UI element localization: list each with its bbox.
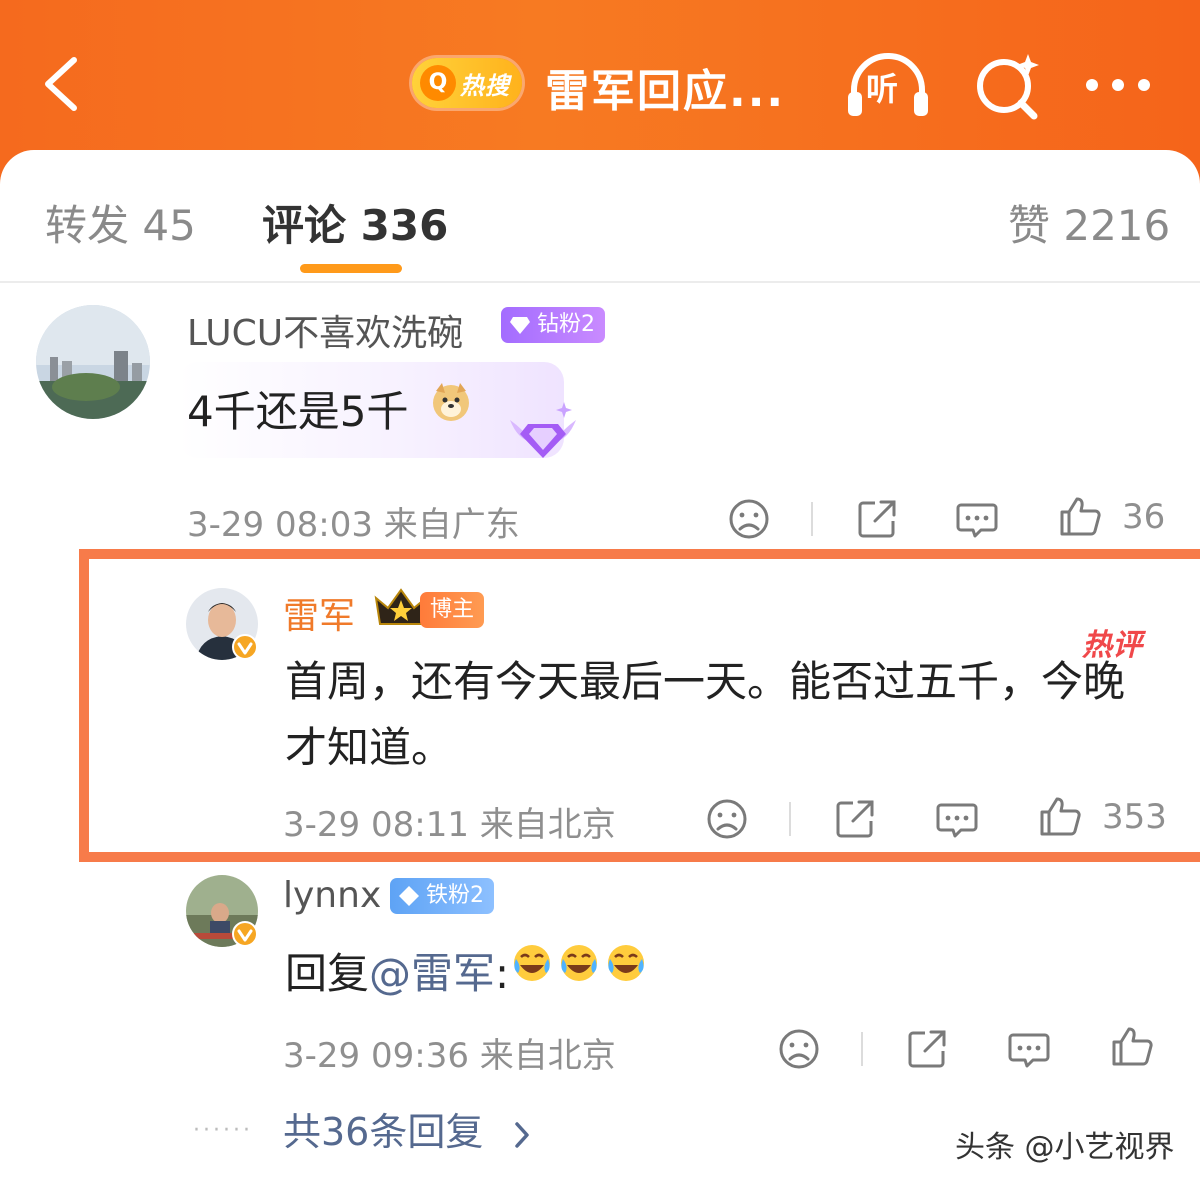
more-button[interactable]: [1082, 70, 1154, 100]
like-count: 353: [1102, 797, 1167, 837]
active-tab-indicator: [300, 264, 402, 273]
page-title[interactable]: 雷军回应...: [545, 55, 785, 119]
laugh-cry-emoji-icon: [514, 945, 644, 981]
laugh-cry-emoji-group: [512, 941, 652, 985]
frown-face-icon: [779, 1029, 819, 1069]
view-replies-label: 共36条回复: [283, 1110, 484, 1154]
thumbs-up-icon: [1112, 1027, 1153, 1066]
search-icon: Q: [420, 65, 456, 101]
share-icon: [836, 800, 874, 838]
action-divider: [789, 802, 791, 836]
share-button[interactable]: [905, 1027, 949, 1071]
chevron-left-icon: [45, 57, 77, 111]
comment-meta: 3-29 08:11 来自北京: [283, 805, 616, 845]
hot-search-label: 热搜: [460, 72, 510, 100]
like-count: 36: [1122, 497, 1166, 537]
reply-button[interactable]: [955, 497, 999, 541]
share-icon: [908, 1030, 946, 1068]
reply-colon: :: [495, 949, 510, 998]
more-dots-icon: [1086, 79, 1150, 91]
tab-likes[interactable]: 赞 2216: [1008, 192, 1170, 253]
dislike-button[interactable]: [777, 1027, 821, 1071]
thumbs-up-icon: [1060, 497, 1101, 536]
search-button[interactable]: [972, 50, 1044, 122]
fan-badge-label: 钻粉2: [537, 312, 595, 337]
comment-icon: [936, 803, 978, 838]
blogger-badge[interactable]: 博主: [420, 592, 485, 628]
tab-reposts[interactable]: 转发 45: [45, 192, 196, 253]
share-icon: [858, 500, 896, 538]
avatar[interactable]: [36, 305, 150, 419]
chevron-right-icon: [515, 1121, 530, 1148]
tab-comments[interactable]: 评论 336: [262, 192, 448, 253]
back-button[interactable]: [36, 52, 100, 116]
share-button[interactable]: [855, 497, 899, 541]
comment-icon: [956, 503, 998, 538]
reply-prefix: 回复: [285, 949, 370, 998]
diamond-icon: [510, 317, 530, 334]
action-divider: [861, 1032, 863, 1066]
hot-search-badge[interactable]: Q 热搜: [412, 58, 522, 108]
verified-badge-icon: [232, 921, 258, 947]
share-button[interactable]: [833, 797, 877, 841]
sparkle-search-icon: [977, 54, 1039, 120]
username[interactable]: lynnx: [283, 875, 381, 916]
dislike-button[interactable]: [705, 797, 749, 841]
like-button[interactable]: [1110, 1024, 1154, 1068]
dislike-button[interactable]: [727, 497, 771, 541]
verified-badge-icon: [232, 634, 258, 660]
tabs-divider: [0, 281, 1200, 283]
listen-label: 听: [866, 70, 899, 108]
watermark: 头条 @小艺视界: [955, 1130, 1175, 1165]
action-divider: [811, 502, 813, 536]
comment-meta: 3-29 09:36 来自北京: [283, 1036, 616, 1076]
fan-badge-label: 铁粉2: [426, 883, 484, 908]
fan-badge[interactable]: 铁粉2: [390, 878, 494, 914]
frown-face-icon: [729, 499, 769, 539]
comment-icon: [1008, 1033, 1050, 1068]
comment-text: 4千还是5千: [187, 387, 409, 436]
listen-button[interactable]: 听: [846, 52, 930, 120]
doge-emoji-icon: [433, 383, 469, 421]
mention-link[interactable]: @雷军: [369, 949, 495, 998]
view-replies-link[interactable]: 共36条回复: [283, 1101, 533, 1156]
diamond-icon: [399, 886, 419, 906]
reply-button[interactable]: [1007, 1027, 1051, 1071]
comment-text: 首周，还有今天最后一天。能否过五千，今晚: [285, 657, 1126, 706]
comment-meta: 3-29 08:03 来自广东: [187, 505, 520, 545]
blogger-badge-label: 博主: [430, 597, 475, 622]
username[interactable]: LUCU不喜欢洗碗: [187, 304, 463, 356]
diamond-fan-decoration-icon: [510, 402, 576, 458]
fan-badge[interactable]: 钻粉2: [501, 307, 605, 343]
thread-dots: ······: [193, 1118, 253, 1143]
like-button[interactable]: [1058, 494, 1102, 538]
like-button[interactable]: [1038, 794, 1082, 838]
comment-text: 回复@雷军:: [285, 940, 509, 1001]
username[interactable]: 雷军: [283, 587, 355, 639]
comment-text-line2: 才知道。: [285, 723, 454, 772]
thumbs-up-icon: [1040, 797, 1081, 836]
frown-face-icon: [707, 799, 747, 839]
reply-button[interactable]: [935, 797, 979, 841]
